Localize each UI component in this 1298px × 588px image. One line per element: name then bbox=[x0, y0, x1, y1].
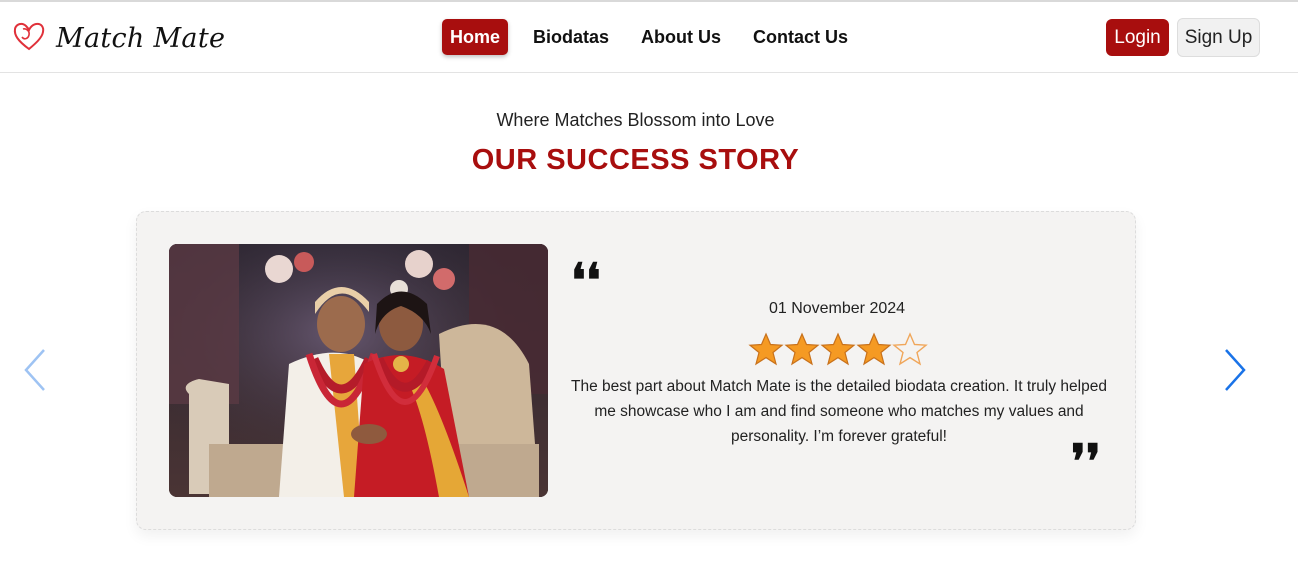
story-review: The best part about Match Mate is the de… bbox=[571, 378, 1107, 445]
main-nav: Home Biodatas About Us Contact Us bbox=[442, 19, 872, 55]
star-filled-icon bbox=[820, 332, 856, 366]
star-rating bbox=[748, 332, 928, 366]
navbar: Match Mate Home Biodatas About Us Contac… bbox=[0, 2, 1298, 73]
star-filled-icon bbox=[856, 332, 892, 366]
nav-about-us[interactable]: About Us bbox=[633, 19, 729, 55]
carousel-next-button[interactable] bbox=[1218, 344, 1252, 396]
story-date: 01 November 2024 bbox=[768, 300, 906, 317]
star-filled-icon bbox=[784, 332, 820, 366]
nav-home[interactable]: Home bbox=[442, 19, 509, 55]
couple-photo bbox=[169, 244, 548, 497]
section-heading: OUR SUCCESS STORY bbox=[471, 144, 800, 176]
signup-button[interactable]: Sign Up bbox=[1177, 18, 1260, 57]
quote-close-icon: ❜❜ bbox=[1071, 434, 1101, 488]
heart-logo-icon bbox=[12, 20, 46, 56]
brand[interactable]: Match Mate bbox=[12, 20, 225, 56]
nav-contact-us[interactable]: Contact Us bbox=[745, 19, 856, 55]
star-filled-icon bbox=[748, 332, 784, 366]
carousel-prev-button[interactable] bbox=[18, 344, 52, 396]
nav-biodatas[interactable]: Biodatas bbox=[525, 19, 617, 55]
chevron-right-icon bbox=[1225, 349, 1246, 391]
brand-name: Match Mate bbox=[56, 22, 226, 54]
login-button[interactable]: Login bbox=[1106, 19, 1169, 56]
success-story-card: ❛❛ 01 November 2024 The best part about … bbox=[136, 211, 1136, 530]
chevron-left-icon bbox=[24, 349, 45, 391]
quote-open-icon: ❛❛ bbox=[571, 253, 601, 307]
star-empty-icon bbox=[892, 332, 928, 366]
section-tagline: Where Matches Blossom into Love bbox=[496, 110, 775, 130]
